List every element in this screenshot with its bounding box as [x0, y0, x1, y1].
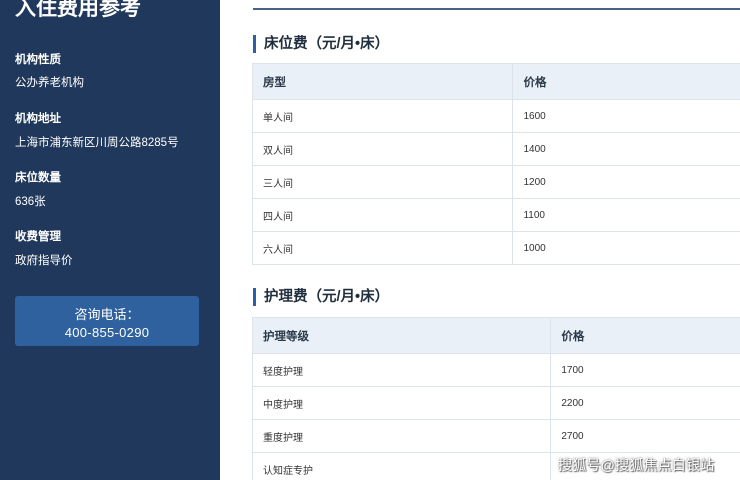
column-header-price: 价格	[550, 317, 740, 354]
bed-fee-table: 房型 价格 单人间 1600 双人间 1400 三人间 1200 四人间 110…	[251, 63, 740, 265]
price-cell: 2200	[550, 386, 740, 420]
info-value-beds: 636张	[15, 196, 46, 208]
room-type-cell: 四人间	[251, 198, 514, 232]
main-content: 床位费（元/月•床） 房型 价格 单人间 1600 双人间 1400 三人间 1…	[220, 0, 740, 480]
price-cell: 1200	[512, 165, 740, 199]
room-type-cell: 六人间	[251, 231, 514, 265]
info-value-fee-management: 政府指导价	[15, 255, 73, 267]
watermark: 搜狐号@搜狐焦点白银站	[558, 457, 715, 473]
sidebar: 入住费用参考 机构性质 公办养老机构 机构地址 上海市浦东新区川周公路8285号…	[0, 0, 220, 480]
sidebar-title: 入住费用参考	[15, 0, 141, 20]
bed-fee-title: 床位费（元/月•床）	[253, 35, 389, 53]
consult-phone-number: 400-855-0290	[64, 325, 150, 340]
info-label-nature: 机构性质	[15, 54, 61, 66]
price-cell: 2700	[550, 419, 740, 453]
column-header-price: 价格	[512, 63, 740, 100]
care-level-cell: 轻度护理	[251, 353, 552, 387]
table-header-row: 房型 价格	[251, 63, 740, 100]
table-row: 单人间 1600	[251, 99, 740, 133]
care-level-cell: 重度护理	[251, 419, 552, 453]
table-row: 六人间 1000	[251, 231, 740, 265]
room-type-cell: 双人间	[251, 132, 514, 166]
price-cell: 1700	[550, 353, 740, 387]
info-value-address: 上海市浦东新区川周公路8285号	[15, 137, 179, 149]
table-row: 轻度护理 1700	[251, 353, 740, 387]
column-header-room-type: 房型	[251, 63, 514, 100]
room-type-cell: 三人间	[251, 165, 514, 199]
table-row: 四人间 1100	[251, 198, 740, 232]
table-row: 三人间 1200	[251, 165, 740, 199]
care-fee-title: 护理费（元/月•床）	[253, 288, 389, 306]
price-cell: 1600	[512, 99, 740, 133]
top-divider	[253, 8, 740, 10]
table-row: 双人间 1400	[251, 132, 740, 166]
room-type-cell: 单人间	[251, 99, 514, 133]
info-label-fee-management: 收费管理	[15, 231, 61, 243]
consult-phone-button[interactable]: 咨询电话： 400-855-0290	[15, 296, 199, 346]
info-label-beds: 床位数量	[15, 172, 61, 184]
table-row: 重度护理 2700	[251, 419, 740, 453]
info-value-nature: 公办养老机构	[15, 77, 84, 89]
price-cell: 1100	[512, 198, 740, 232]
column-header-care-level: 护理等级	[251, 317, 552, 354]
care-level-cell: 认知症专护	[251, 452, 552, 480]
table-header-row: 护理等级 价格	[251, 317, 740, 354]
info-label-address: 机构地址	[15, 113, 61, 125]
care-level-cell: 中度护理	[251, 386, 552, 420]
consult-label: 咨询电话：	[74, 307, 140, 322]
price-cell: 1000	[512, 231, 740, 265]
price-cell: 1400	[512, 132, 740, 166]
table-row: 中度护理 2200	[251, 386, 740, 420]
